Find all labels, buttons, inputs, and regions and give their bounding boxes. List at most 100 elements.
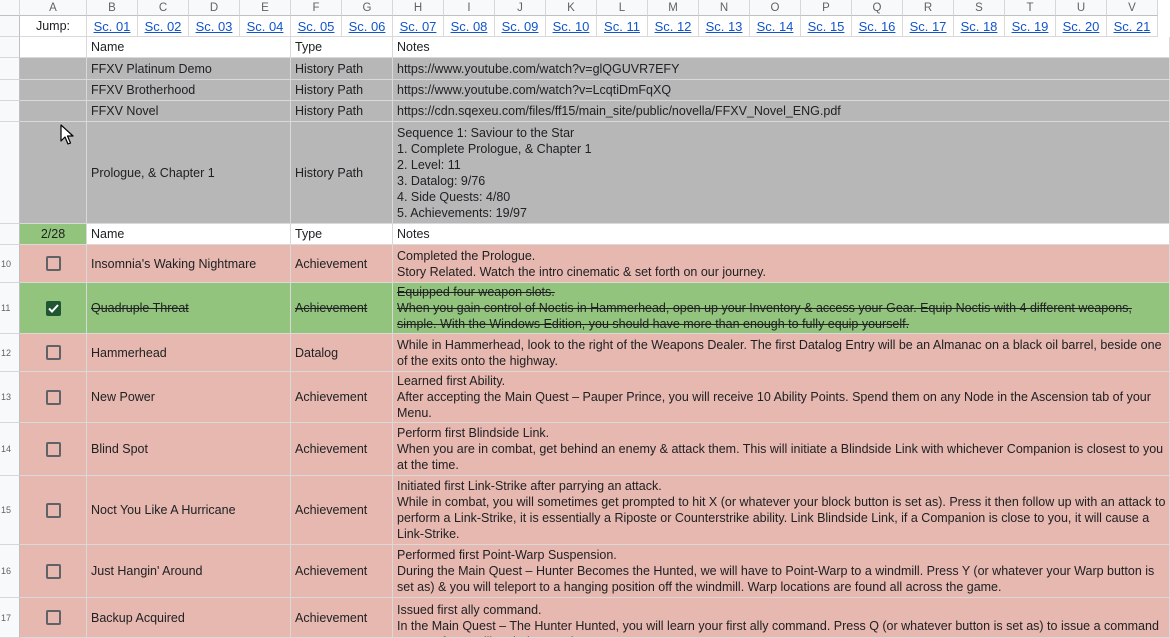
task-name: Hammerhead (87, 334, 291, 372)
jump-link-sc-11[interactable]: Sc. 11 (597, 16, 648, 37)
history-empty-cell (20, 122, 87, 224)
column-header[interactable]: N (699, 0, 750, 16)
jump-link-sc-19[interactable]: Sc. 19 (1005, 16, 1056, 37)
row-header[interactable]: 10 (0, 245, 20, 283)
jump-link-sc-16[interactable]: Sc. 16 (852, 16, 903, 37)
history-notes[interactable]: https://www.youtube.com/watch?v=glQGUVR7… (393, 58, 1170, 80)
column-header[interactable]: E (240, 0, 291, 16)
row-header[interactable] (0, 37, 20, 58)
jump-link-sc-15[interactable]: Sc. 15 (801, 16, 852, 37)
jump-link-sc-07[interactable]: Sc. 07 (393, 16, 444, 37)
column-header[interactable]: T (1005, 0, 1056, 16)
row-header[interactable] (0, 80, 20, 101)
jump-link-sc-21[interactable]: Sc. 21 (1107, 16, 1158, 37)
jump-link-sc-10[interactable]: Sc. 10 (546, 16, 597, 37)
history-type: History Path (291, 58, 393, 80)
row-header[interactable]: 15 (0, 476, 20, 545)
task-checkbox[interactable] (45, 502, 61, 518)
task-notes-text: Issued first ally command. In the Main Q… (397, 603, 1159, 637)
row-header[interactable]: 17 (0, 598, 20, 638)
task-type: Achievement (291, 283, 393, 334)
column-header[interactable]: B (87, 0, 138, 16)
jump-link-sc-04[interactable]: Sc. 04 (240, 16, 291, 37)
spreadsheet-grid: A B C D E F G H I J K L M N O P Q R S T U V Jump: Sc. 01 Sc. 02 S… (0, 0, 1170, 638)
task-name: Just Hangin' Around (87, 545, 291, 598)
history-empty-cell (20, 80, 87, 101)
jump-link-sc-03[interactable]: Sc. 03 (189, 16, 240, 37)
task-notes: Performed first Point-Warp Suspension. D… (393, 545, 1170, 598)
jump-link-sc-14[interactable]: Sc. 14 (750, 16, 801, 37)
column-header[interactable]: R (903, 0, 954, 16)
task-name: Blind Spot (87, 423, 291, 476)
jump-link-sc-17[interactable]: Sc. 17 (903, 16, 954, 37)
task-notes: Completed the Prologue. Story Related. W… (393, 245, 1170, 283)
row-header[interactable]: 11 (0, 283, 20, 334)
history-name: FFXV Novel (87, 101, 291, 122)
history-notes-text: https://www.youtube.com/watch?v=LcqtiDmF… (397, 83, 672, 97)
task-notes-text: While in Hammerhead, look to the right o… (397, 337, 1162, 368)
jump-link-sc-18[interactable]: Sc. 18 (954, 16, 1005, 37)
task-checkbox[interactable] (45, 441, 61, 457)
row-header[interactable] (0, 122, 20, 224)
column-header[interactable]: A (20, 0, 87, 16)
column-header[interactable]: Q (852, 0, 903, 16)
row-header[interactable]: 13 (0, 372, 20, 423)
task-checkbox[interactable] (45, 256, 61, 271)
column-header[interactable]: P (801, 0, 852, 16)
column-title-name: Name (87, 37, 291, 58)
column-title-notes: Notes (393, 224, 1170, 245)
row-header[interactable] (0, 224, 20, 245)
task-type: Achievement (291, 598, 393, 638)
task-notes: Perform first Blindside Link. When you a… (393, 423, 1170, 476)
jump-link-sc-13[interactable]: Sc. 13 (699, 16, 750, 37)
task-name: Noct You Like A Hurricane (87, 476, 291, 545)
column-header[interactable]: I (444, 0, 495, 16)
history-notes[interactable]: https://www.youtube.com/watch?v=LcqtiDmF… (393, 80, 1170, 101)
column-header[interactable]: C (138, 0, 189, 16)
column-title-type: Type (291, 37, 393, 58)
column-header[interactable]: G (342, 0, 393, 16)
task-type: Datalog (291, 334, 393, 372)
column-header[interactable]: K (546, 0, 597, 16)
row-header[interactable]: 14 (0, 423, 20, 476)
jump-link-sc-20[interactable]: Sc. 20 (1056, 16, 1107, 37)
history-notes: Sequence 1: Saviour to the Star 1. Compl… (393, 122, 1170, 224)
checkbox-cell (20, 283, 87, 334)
column-header[interactable]: S (954, 0, 1005, 16)
row-header[interactable] (0, 58, 20, 80)
task-checkbox[interactable] (45, 345, 61, 360)
task-checkbox[interactable] (45, 300, 61, 316)
column-header[interactable]: D (189, 0, 240, 16)
section-progress-counter: 2/28 (20, 224, 87, 245)
column-header[interactable]: U (1056, 0, 1107, 16)
column-header[interactable]: H (393, 0, 444, 16)
column-header[interactable]: L (597, 0, 648, 16)
column-title-type: Type (291, 224, 393, 245)
header-empty-cell (20, 37, 87, 58)
column-header[interactable]: V (1107, 0, 1158, 16)
history-name: Prologue, & Chapter 1 (87, 122, 291, 224)
history-notes[interactable]: https://cdn.sqexeu.com/files/ff15/main_s… (393, 101, 1170, 122)
jump-link-sc-08[interactable]: Sc. 08 (444, 16, 495, 37)
column-header[interactable]: M (648, 0, 699, 16)
jump-link-sc-12[interactable]: Sc. 12 (648, 16, 699, 37)
jump-link-sc-05[interactable]: Sc. 05 (291, 16, 342, 37)
task-notes: Equipped four weapon slots. When you gai… (393, 283, 1170, 334)
row-header[interactable] (0, 101, 20, 122)
task-checkbox[interactable] (45, 610, 61, 625)
jump-link-sc-02[interactable]: Sc. 02 (138, 16, 189, 37)
row-header[interactable]: 12 (0, 334, 20, 372)
task-checkbox[interactable] (45, 389, 61, 405)
row-header[interactable] (0, 16, 20, 37)
jump-link-sc-01[interactable]: Sc. 01 (87, 16, 138, 37)
column-header[interactable]: O (750, 0, 801, 16)
row-header[interactable]: 16 (0, 545, 20, 598)
select-all-corner[interactable] (0, 0, 20, 16)
jump-link-sc-09[interactable]: Sc. 09 (495, 16, 546, 37)
jump-link-sc-06[interactable]: Sc. 06 (342, 16, 393, 37)
task-notes-text: Learned first Ability. After accepting t… (397, 374, 1151, 420)
task-notes: Initiated first Link-Strike after parryi… (393, 476, 1170, 545)
column-header[interactable]: F (291, 0, 342, 16)
task-checkbox[interactable] (45, 563, 61, 579)
column-header[interactable]: J (495, 0, 546, 16)
